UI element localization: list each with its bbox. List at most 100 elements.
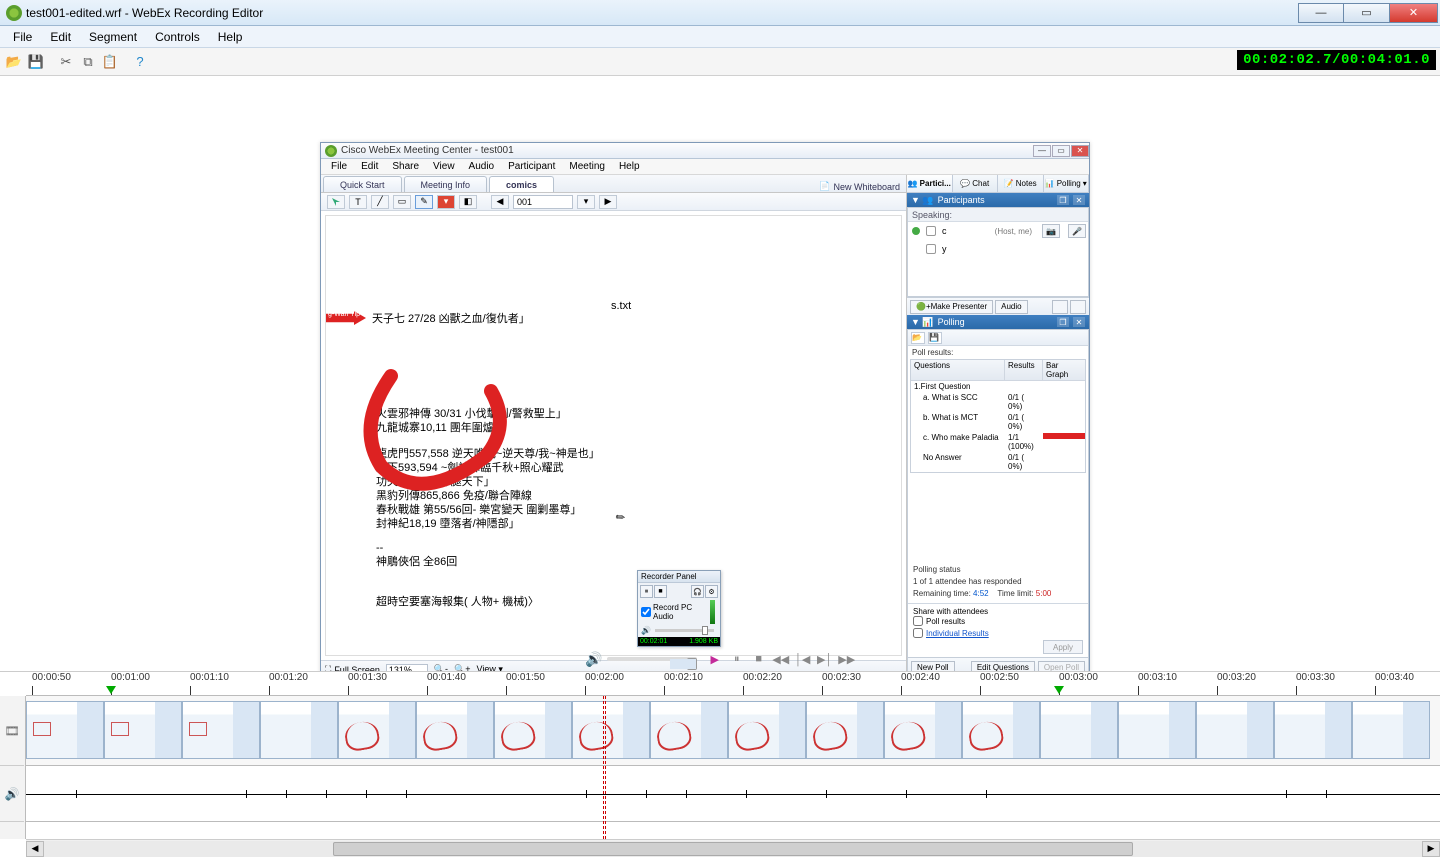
mute-icon[interactable]: 🎤	[1068, 224, 1086, 238]
audio-track-icon[interactable]: 🔊	[0, 766, 24, 822]
poll-open-icon[interactable]: 📂	[911, 332, 925, 344]
webex-max-button[interactable]: ▭	[1052, 145, 1070, 157]
menu-file[interactable]: File	[4, 28, 41, 46]
webex-menu-audio[interactable]: Audio	[463, 161, 501, 172]
page-dropdown-icon[interactable]: ▾	[577, 195, 595, 209]
participant-row[interactable]: y	[908, 240, 1088, 258]
open-icon[interactable]: 📂	[4, 52, 24, 72]
recorder-pause-icon[interactable]: ⏸	[640, 585, 653, 598]
poll-save-icon[interactable]: 💾	[928, 332, 942, 344]
webex-min-button[interactable]: —	[1033, 145, 1051, 157]
timeline-ruler[interactable]: 00:00:5000:01:0000:01:1000:01:2000:01:30…	[26, 672, 1440, 696]
new-whiteboard-button[interactable]: 📄 New Whiteboard	[819, 181, 900, 192]
stop-button[interactable]: ■	[751, 651, 767, 667]
polling-popout-icon[interactable]: ❐	[1057, 317, 1069, 327]
paste-icon[interactable]: 📋	[100, 52, 120, 72]
recorder-stop-icon[interactable]: ■	[654, 585, 667, 598]
view-toggle-2-icon[interactable]	[1070, 300, 1086, 314]
video-track-icon[interactable]: 🎞	[0, 696, 24, 766]
cut-icon[interactable]: ✂	[56, 52, 76, 72]
page-prev-icon[interactable]: ◀	[491, 195, 509, 209]
menu-controls[interactable]: Controls	[146, 28, 209, 46]
audio-button[interactable]: Audio	[995, 300, 1027, 314]
timeline-thumbnail[interactable]	[416, 701, 494, 759]
timeline-thumbnail[interactable]	[1352, 701, 1430, 759]
pen-tool-icon[interactable]: ✎	[415, 195, 433, 209]
webex-menu-meeting[interactable]: Meeting	[563, 161, 611, 172]
close-button[interactable]: ✕	[1390, 3, 1438, 23]
tab-meetinginfo[interactable]: Meeting Info	[404, 176, 488, 192]
step-back-button[interactable]: │◀	[795, 651, 811, 667]
line-tool-icon[interactable]: ╱	[371, 195, 389, 209]
timeline-thumbnail[interactable]	[1040, 701, 1118, 759]
timeline-thumbnail[interactable]	[338, 701, 416, 759]
volume-control[interactable]: 🔊	[585, 651, 696, 668]
timeline-thumbnail[interactable]	[182, 701, 260, 759]
right-tab-notes[interactable]: 📝 Notes	[998, 175, 1044, 192]
share-individual-checkbox[interactable]	[913, 628, 923, 638]
timeline-thumbnail[interactable]	[1118, 701, 1196, 759]
page-next-icon[interactable]: ▶	[599, 195, 617, 209]
audio-track[interactable]	[26, 766, 1440, 822]
tab-comics[interactable]: comics	[489, 176, 554, 192]
recorder-panel[interactable]: Recorder Panel ⏸ ■ 🎧 ⚙ Record PC Audio	[637, 570, 721, 647]
webex-menu-participant[interactable]: Participant	[502, 161, 561, 172]
participants-popout-icon[interactable]: ❐	[1057, 195, 1069, 205]
scroll-thumb[interactable]	[333, 842, 1132, 856]
menu-edit[interactable]: Edit	[41, 28, 80, 46]
volume-slider[interactable]	[607, 657, 697, 661]
horizontal-scrollbar[interactable]: ◀ ▶	[26, 839, 1440, 857]
help-icon[interactable]: ?	[130, 52, 150, 72]
right-tab-chat[interactable]: 💬 Chat	[953, 175, 999, 192]
right-tab-participants[interactable]: 👥 Partici...	[907, 175, 953, 192]
rect-tool-icon[interactable]: ▭	[393, 195, 411, 209]
webex-menu-share[interactable]: Share	[386, 161, 425, 172]
timeline-thumbnail[interactable]	[572, 701, 650, 759]
timeline-thumbnail[interactable]	[104, 701, 182, 759]
polling-close-icon[interactable]: ✕	[1073, 317, 1085, 327]
webex-menu-edit[interactable]: Edit	[355, 161, 384, 172]
timeline-thumbnail[interactable]	[650, 701, 728, 759]
whiteboard-canvas[interactable]: g-Wan Yip s.txt 天子七 27/28 凶獸之血/復仇者」 火雲邪神…	[325, 215, 902, 656]
timeline-thumbnail[interactable]	[1274, 701, 1352, 759]
eraser-tool-icon[interactable]: ◧	[459, 195, 477, 209]
thumbnail-track[interactable]	[26, 696, 1440, 766]
webex-close-button[interactable]: ✕	[1071, 145, 1089, 157]
volume-thumb[interactable]	[687, 658, 697, 670]
view-toggle-1-icon[interactable]	[1052, 300, 1068, 314]
page-number-field[interactable]	[513, 195, 573, 209]
scroll-track[interactable]	[44, 841, 1422, 857]
menu-help[interactable]: Help	[209, 28, 252, 46]
record-pc-audio-checkbox[interactable]	[641, 607, 651, 617]
ruler-marker-icon[interactable]	[106, 686, 116, 694]
recorder-mic-icon[interactable]: 🎧	[691, 585, 704, 598]
camera-icon[interactable]: 📷	[1042, 224, 1060, 238]
timeline-thumbnail[interactable]	[806, 701, 884, 759]
timeline-thumbnail[interactable]	[26, 701, 104, 759]
prev-segment-button[interactable]: ◀◀	[773, 651, 789, 667]
pause-button[interactable]: ⏸	[729, 651, 745, 667]
ruler-marker-icon[interactable]	[1054, 686, 1064, 694]
timeline-thumbnail[interactable]	[494, 701, 572, 759]
make-presenter-button[interactable]: 🟢+ Make Presenter	[910, 300, 993, 314]
play-button[interactable]: ▶	[707, 651, 723, 667]
scroll-right-icon[interactable]: ▶	[1422, 841, 1440, 857]
minimize-button[interactable]: —	[1298, 3, 1344, 23]
individual-results-link[interactable]: Individual Results	[926, 629, 989, 638]
pointer-tool-icon[interactable]	[327, 195, 345, 209]
webex-menu-view[interactable]: View	[427, 161, 461, 172]
participant-row[interactable]: c(Host, me)📷🎤	[908, 222, 1088, 240]
color-tool-icon[interactable]: ▾	[437, 195, 455, 209]
menu-segment[interactable]: Segment	[80, 28, 146, 46]
save-icon[interactable]: 💾	[26, 52, 46, 72]
webex-menu-file[interactable]: File	[325, 161, 353, 172]
timeline-thumbnail[interactable]	[884, 701, 962, 759]
share-poll-results-checkbox[interactable]	[913, 616, 923, 626]
step-forward-button[interactable]: ▶│	[817, 651, 833, 667]
timeline-thumbnail[interactable]	[962, 701, 1040, 759]
text-tool-icon[interactable]: T	[349, 195, 367, 209]
copy-icon[interactable]: ⧉	[78, 52, 98, 72]
next-segment-button[interactable]: ▶▶	[839, 651, 855, 667]
recorder-vol-thumb[interactable]	[702, 626, 708, 635]
timeline-thumbnail[interactable]	[260, 701, 338, 759]
